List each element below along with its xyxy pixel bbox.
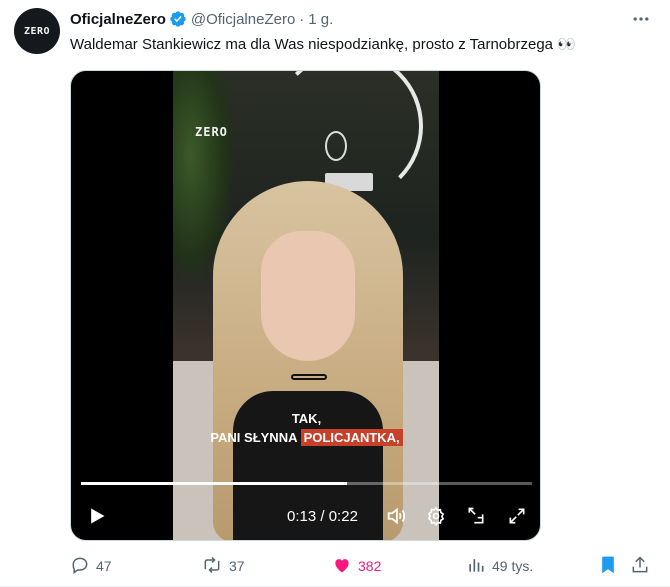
play-icon[interactable] (85, 503, 109, 529)
tweet-card[interactable]: ZERO OficjalneZero @OficjalneZero · 1 g.… (0, 0, 670, 587)
current-time: 0:13 (287, 508, 317, 525)
video-background-sign (325, 131, 347, 161)
heart-icon (332, 555, 358, 578)
subtitle-plain: PANI SŁYNNA (210, 430, 297, 445)
share-icon (630, 555, 656, 578)
like-count: 382 (358, 558, 382, 574)
subtitle-highlight: POLICJANTKA, (300, 429, 403, 446)
repost-count: 37 (229, 558, 245, 574)
avatar[interactable]: ZERO (14, 8, 60, 54)
views-icon (466, 555, 492, 578)
views-button[interactable]: 49 tys. (466, 553, 533, 579)
reply-button[interactable]: 47 (70, 553, 112, 579)
reply-icon (70, 555, 96, 578)
video-watermark: ZERO (195, 125, 228, 139)
video-controls: 0:13 / 0:22 (71, 499, 540, 533)
tweet-timestamp[interactable]: 1 g. (308, 11, 333, 28)
time-separator: / (320, 508, 325, 525)
video-progress-bar[interactable] (81, 482, 532, 485)
fullscreen-icon[interactable] (505, 503, 529, 529)
video-person-face (261, 231, 355, 361)
video-person-necklace (291, 374, 327, 380)
video-player[interactable]: ZERO TAK, PANI SŁYNNA POLICJANTKA, 0:13 … (70, 70, 541, 541)
settings-icon[interactable] (424, 503, 448, 529)
like-button[interactable]: 382 (332, 553, 381, 579)
more-icon[interactable] (626, 8, 656, 30)
views-count: 49 tys. (492, 558, 534, 574)
tweet-text: Waldemar Stankiewicz ma dla Was niespodz… (70, 36, 576, 53)
duration: 0:22 (328, 508, 358, 525)
repost-button[interactable]: 37 (201, 553, 245, 579)
bookmark-button[interactable] (598, 553, 624, 579)
verified-badge-icon (169, 10, 187, 28)
tweet-actions: 47 37 382 49 tys. (64, 553, 664, 579)
subtitle-line-2: PANI SŁYNNA POLICJANTKA, (71, 428, 540, 447)
repost-icon (201, 555, 229, 578)
avatar-text: ZERO (23, 25, 51, 37)
subtitle-line-1: TAK, (291, 411, 322, 426)
video-frame[interactable]: ZERO (173, 71, 439, 540)
tweet-header: OficjalneZero @OficjalneZero · 1 g. (70, 8, 333, 30)
author-name[interactable]: OficjalneZero (70, 11, 166, 28)
reply-count: 47 (96, 558, 112, 574)
separator-dot: · (299, 10, 305, 28)
video-time: 0:13 / 0:22 (287, 508, 358, 525)
video-subtitle: TAK, PANI SŁYNNA POLICJANTKA, (71, 409, 540, 447)
volume-icon[interactable] (383, 503, 409, 529)
bookmark-icon (598, 554, 624, 579)
pip-icon[interactable] (464, 503, 488, 529)
author-handle[interactable]: @OficjalneZero (191, 11, 295, 28)
video-progress-fill (81, 482, 348, 485)
share-button[interactable] (630, 553, 656, 579)
